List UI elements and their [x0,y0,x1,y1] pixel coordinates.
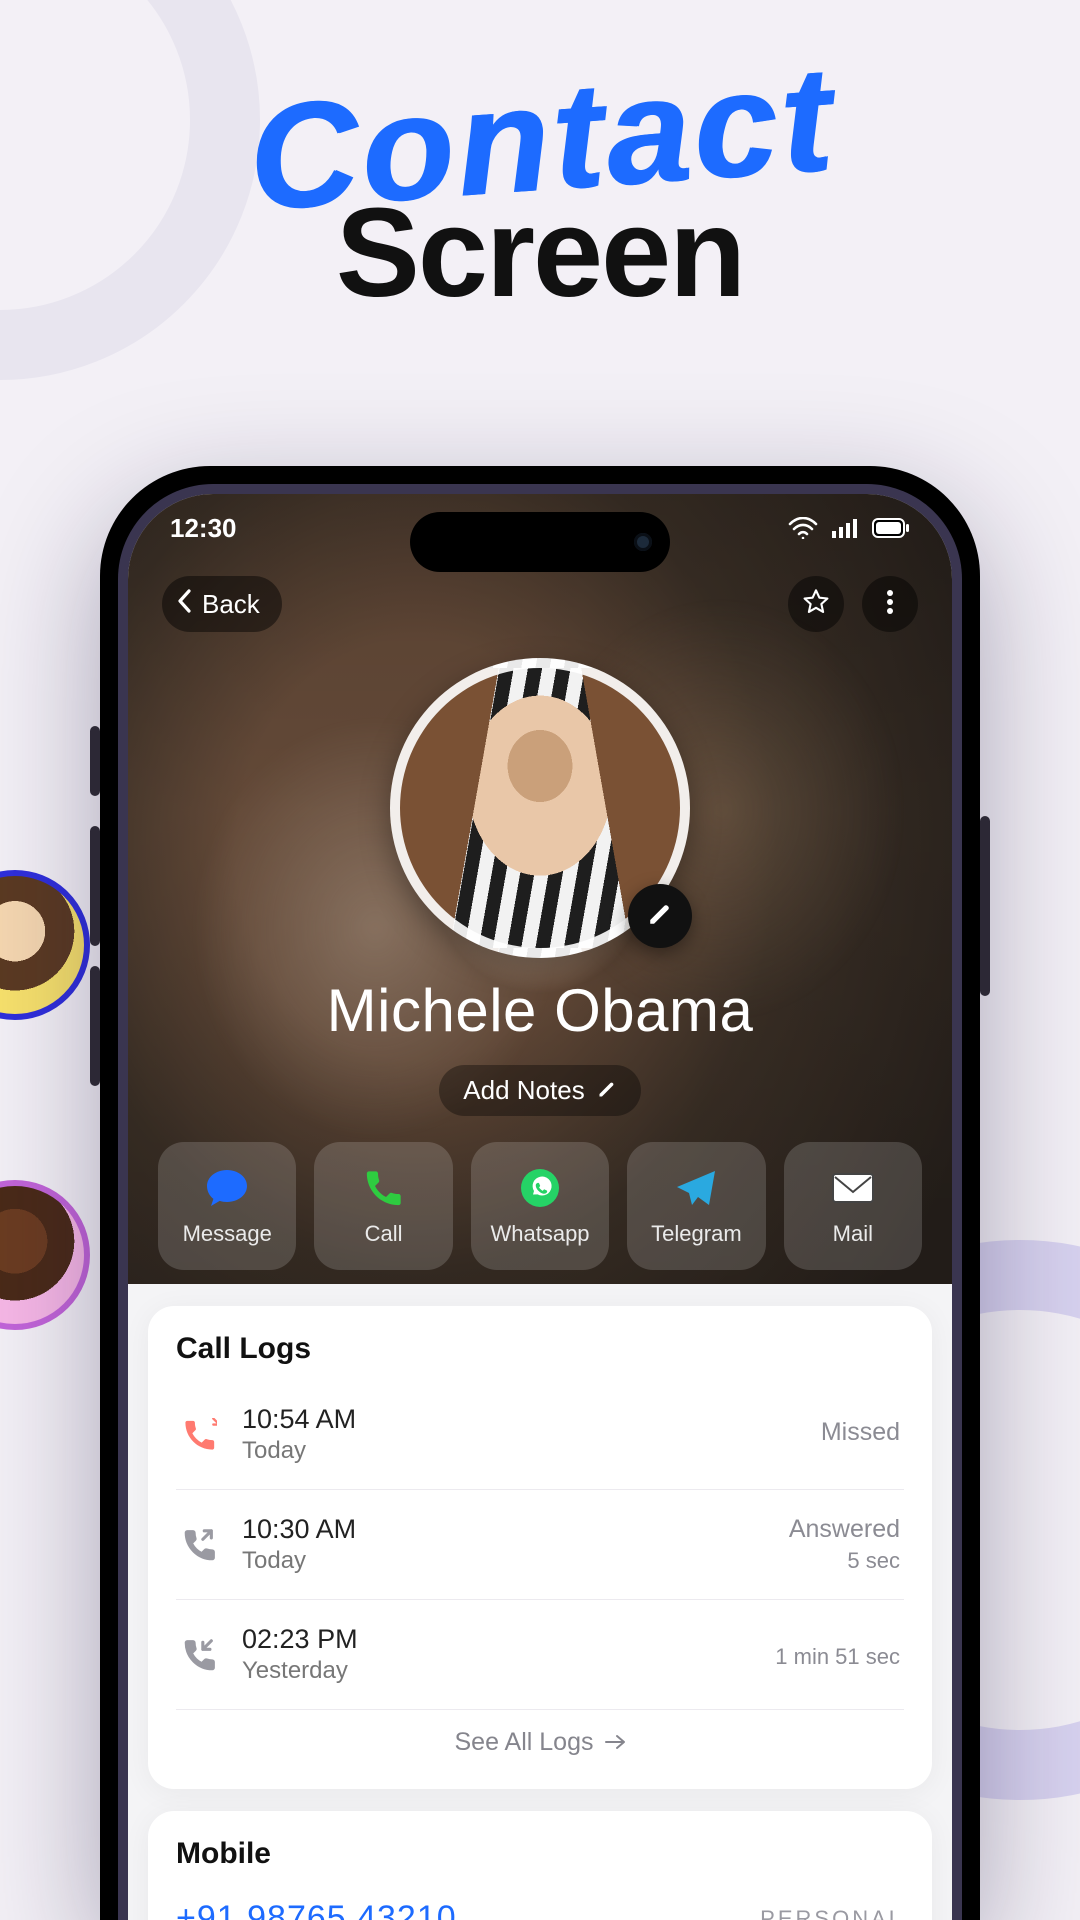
action-whatsapp[interactable]: Whatsapp [471,1142,609,1270]
content-panel: Call Logs 10:54 AM Today Missed [128,1284,952,1920]
cellular-icon [832,518,858,538]
add-notes-button[interactable]: Add Notes [439,1065,640,1116]
chevron-left-icon [174,588,196,621]
promo-memoji-1 [0,870,90,1020]
see-all-label: See All Logs [455,1728,594,1757]
phone-number-tag: PERSONAL [760,1906,904,1920]
dynamic-island [410,512,670,572]
log-time: 10:30 AM [242,1514,767,1545]
promo-memoji-2 [0,1180,90,1330]
log-day: Yesterday [242,1657,753,1685]
arrow-right-icon [604,1728,626,1757]
see-all-logs-button[interactable]: See All Logs [176,1710,904,1763]
favorite-button[interactable] [788,576,844,632]
log-duration: 5 sec [789,1548,900,1574]
action-label: Mail [833,1221,873,1247]
action-telegram[interactable]: Telegram [627,1142,765,1270]
whatsapp-icon [517,1165,563,1211]
top-bar: Back [128,576,952,632]
phone-side-button [90,826,100,946]
action-label: Message [183,1221,272,1247]
action-label: Call [365,1221,403,1247]
action-message[interactable]: Message [158,1142,296,1270]
message-icon [204,1165,250,1211]
more-button[interactable] [862,576,918,632]
action-mail[interactable]: Mail [784,1142,922,1270]
phone-side-button [980,816,990,996]
log-day: Today [242,1437,799,1465]
log-time: 10:54 AM [242,1404,799,1435]
wifi-icon [788,517,818,539]
phone-number[interactable]: +91 98765 43210 [176,1899,457,1920]
phone-side-button [90,726,100,796]
phone-frame: 12:30 [100,466,980,1920]
call-log-row[interactable]: 02:23 PM Yesterday 1 min 51 sec [176,1600,904,1710]
back-button[interactable]: Back [162,576,282,632]
call-log-row[interactable]: 10:54 AM Today Missed [176,1380,904,1490]
contact-name: Michele Obama [128,976,952,1045]
log-status: Missed [821,1418,900,1447]
phone-screen: 12:30 [128,494,952,1920]
headline-script: Contact [245,58,838,219]
avatar-wrap [390,658,690,958]
outgoing-call-icon [180,1528,220,1562]
status-time: 12:30 [170,513,237,544]
more-vertical-icon [886,589,894,620]
pencil-small-icon [597,1075,617,1106]
call-logs-card: Call Logs 10:54 AM Today Missed [148,1306,932,1789]
log-day: Today [242,1547,767,1575]
add-notes-label: Add Notes [463,1075,584,1106]
log-status: Answered [789,1515,900,1544]
mobile-label: Mobile [176,1837,904,1871]
quick-actions: Message Call Whatsapp [128,1116,952,1298]
telegram-icon [673,1165,719,1211]
phone-icon [361,1165,407,1211]
pencil-icon [647,901,673,932]
action-call[interactable]: Call [314,1142,452,1270]
log-time: 02:23 PM [242,1624,753,1655]
phone-side-button [90,966,100,1086]
mobile-card: Mobile +91 98765 43210 PERSONAL [148,1811,932,1920]
back-label: Back [202,589,260,620]
mail-icon [830,1165,876,1211]
star-icon [802,588,830,621]
log-duration: 1 min 51 sec [775,1644,900,1670]
call-logs-title: Call Logs [176,1332,904,1366]
incoming-call-icon [180,1638,220,1672]
edit-avatar-button[interactable] [628,884,692,948]
action-label: Whatsapp [490,1221,589,1247]
call-log-row[interactable]: 10:30 AM Today Answered 5 sec [176,1490,904,1600]
missed-call-icon [180,1418,220,1452]
contact-hero: 12:30 [128,494,952,1284]
battery-icon [872,518,910,538]
bg-arc-top-left [0,0,260,380]
action-label: Telegram [651,1221,741,1247]
